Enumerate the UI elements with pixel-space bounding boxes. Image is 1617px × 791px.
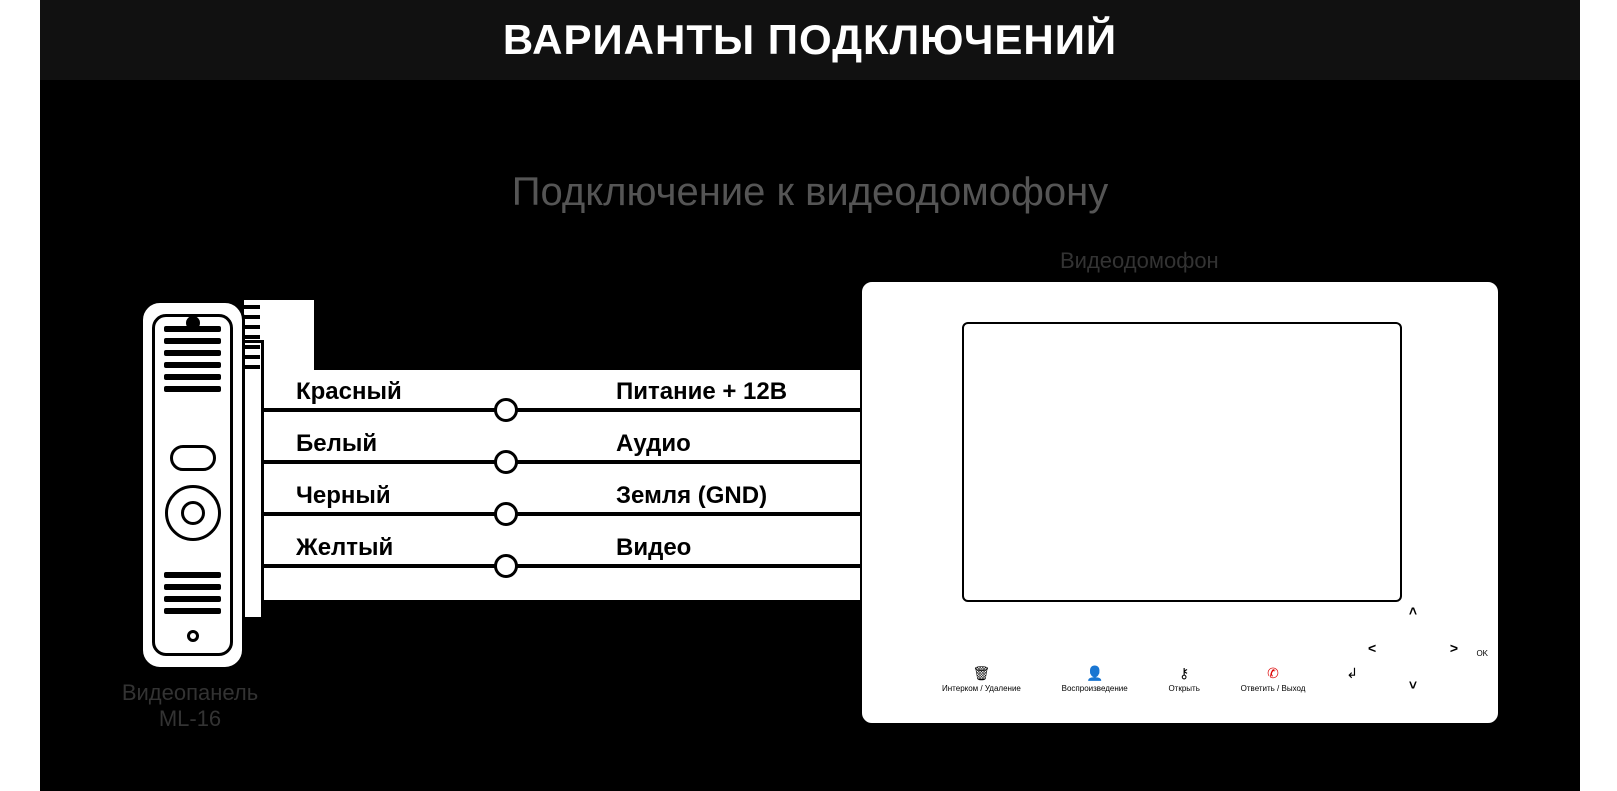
ok-enter-button: ↲: [1346, 666, 1358, 693]
arrow-right-icon: >: [1450, 640, 1458, 656]
answer-exit-button: ✆ Ответить / Выход: [1241, 666, 1306, 693]
enter-icon: ↲: [1346, 666, 1358, 680]
wire-color-1: Красный: [296, 378, 402, 406]
videopanel-label-line2: ML-16: [159, 706, 221, 731]
page-subtitle: Подключение к видеодомофону: [40, 170, 1580, 215]
intercom-delete-label: Интерком / Удаление: [942, 684, 1021, 693]
phone-icon: ✆: [1267, 666, 1279, 680]
ok-label: OK: [1476, 649, 1488, 658]
monitor-label: Видеодомофон: [1060, 248, 1219, 274]
speaker-grille-icon: [164, 326, 221, 398]
monitor-screen: [962, 322, 1402, 602]
page-title: ВАРИАНТЫ ПОДКЛЮЧЕНИЙ: [40, 0, 1580, 80]
videopanel-label: Видеопанель ML-16: [110, 680, 270, 733]
key-icon: ⚷: [1179, 666, 1189, 680]
wire-1: [264, 408, 860, 412]
videopanel-device: [140, 300, 245, 670]
person-icon: 👤: [1086, 666, 1103, 680]
wire-signal-4: Видео: [616, 534, 691, 562]
call-button-icon: [170, 445, 216, 471]
wire-signal-2: Аудио: [616, 430, 691, 458]
open-lock-button: ⚷ Открыть: [1168, 666, 1199, 693]
wire-node-3: [494, 502, 518, 526]
answer-exit-label: Ответить / Выход: [1241, 684, 1306, 693]
wire-2: [264, 460, 860, 464]
wire-node-2: [494, 450, 518, 474]
arrow-down-icon: ˅: [1409, 677, 1417, 693]
mic-grille-icon: [164, 572, 221, 620]
mic-hole-icon: [187, 630, 199, 642]
playback-button: 👤 Воспроизведение: [1062, 666, 1128, 693]
diagram-frame: ВАРИАНТЫ ПОДКЛЮЧЕНИЙ Подключение к видео…: [40, 0, 1580, 791]
arrow-left-icon: <: [1368, 640, 1376, 656]
playback-label: Воспроизведение: [1062, 684, 1128, 693]
wire-color-4: Желтый: [296, 534, 393, 562]
camera-lens-icon: [165, 485, 221, 541]
wire-color-2: Белый: [296, 430, 377, 458]
trash-icon: 🗑: [973, 666, 991, 680]
monitor-button-row: 🗑 Интерком / Удаление 👤 Воспроизведение …: [942, 666, 1358, 693]
ok-spacer: [1351, 684, 1353, 693]
dpad: ˄ ˅ < >: [1368, 603, 1458, 693]
intercom-delete-button: 🗑 Интерком / Удаление: [942, 666, 1021, 693]
open-lock-label: Открыть: [1168, 684, 1199, 693]
wire-node-4: [494, 554, 518, 578]
arrow-up-icon: ˄: [1409, 603, 1417, 619]
wire-3: [264, 512, 860, 516]
videopanel-label-line1: Видеопанель: [122, 680, 258, 705]
wire-signal-1: Питание + 12В: [616, 378, 787, 406]
monitor-device: 🗑 Интерком / Удаление 👤 Воспроизведение …: [860, 280, 1500, 725]
wire-signal-3: Земля (GND): [616, 482, 767, 510]
wire-node-1: [494, 398, 518, 422]
wire-color-3: Черный: [296, 482, 391, 510]
wire-4: [264, 564, 860, 568]
